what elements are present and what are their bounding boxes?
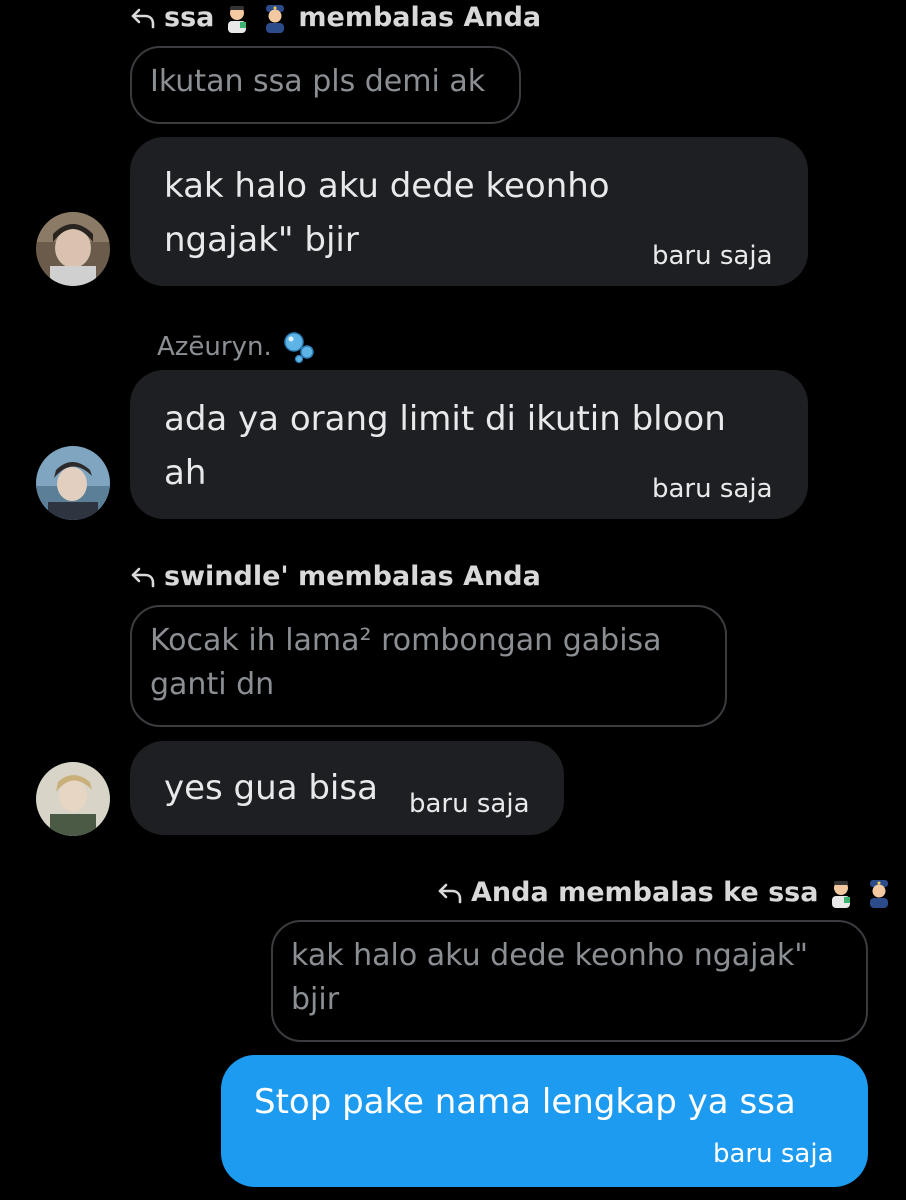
- emoji-scientist-icon: [832, 880, 851, 908]
- message-bubble-sent[interactable]: Stop pake nama lengkap ya ssa baru saja: [221, 1055, 868, 1187]
- quoted-message[interactable]: kak halo aku dede keonho ngajak" bjir: [271, 920, 868, 1042]
- reply-label-text: Anda membalas ke ssa: [471, 877, 819, 908]
- quoted-text-line: ganti dn: [150, 667, 275, 702]
- message-timestamp: baru saja: [713, 1139, 834, 1169]
- reply-arrow-icon: [438, 883, 462, 903]
- reply-user: ssa: [164, 2, 215, 33]
- reply-label-text: swindle' membalas Anda: [164, 561, 541, 592]
- reply-suffix: membalas Anda: [298, 2, 542, 33]
- quoted-message[interactable]: Kocak ih lama² rombongan gabisa ganti dn: [130, 605, 727, 727]
- avatar[interactable]: [36, 446, 110, 520]
- reply-label: swindle' membalas Anda: [130, 561, 541, 592]
- avatar[interactable]: [36, 212, 110, 286]
- message-text-line: ada ya orang limit di ikutin bloon: [164, 399, 726, 439]
- avatar-image: [36, 446, 110, 520]
- message-text: Stop pake nama lengkap ya ssa: [254, 1082, 796, 1122]
- reply-arrow-icon: [131, 8, 155, 28]
- quoted-text: Ikutan ssa pls demi ak: [150, 64, 486, 99]
- sender-name: Azēuryn.: [157, 330, 316, 364]
- emoji-bubbles-icon: [283, 332, 314, 364]
- quoted-text-line: bjir: [291, 982, 340, 1017]
- quoted-text-line: Kocak ih lama² rombongan gabisa: [150, 623, 662, 658]
- emoji-police-icon: [870, 879, 889, 908]
- quoted-message[interactable]: Ikutan ssa pls demi ak: [130, 46, 521, 124]
- message-bubble[interactable]: kak halo aku dede keonho ngajak" bjir ba…: [130, 137, 808, 286]
- message-timestamp: baru saja: [652, 474, 773, 504]
- emoji-police-icon: [266, 4, 285, 33]
- message-text: yes gua bisa: [164, 768, 378, 808]
- avatar[interactable]: [36, 762, 110, 836]
- message-bubble[interactable]: ada ya orang limit di ikutin bloon ah ba…: [130, 370, 808, 519]
- message-text-line: ngajak" bjir: [164, 220, 359, 260]
- message-text-line: kak halo aku dede keonho: [164, 166, 610, 206]
- message-timestamp: baru saja: [409, 789, 530, 819]
- avatar-image: [36, 212, 110, 286]
- reply-label: Anda membalas ke ssa: [437, 877, 894, 908]
- message-bubble[interactable]: yes gua bisa baru saja: [130, 741, 564, 835]
- emoji-scientist-icon: [228, 5, 247, 33]
- quoted-text-line: kak halo aku dede keonho ngajak": [291, 938, 809, 973]
- reply-label: ssa membalas Anda: [130, 2, 541, 33]
- reply-arrow-icon: [131, 567, 155, 587]
- avatar-image: [36, 762, 110, 836]
- message-timestamp: baru saja: [652, 241, 773, 271]
- message-text-line: ah: [164, 453, 207, 493]
